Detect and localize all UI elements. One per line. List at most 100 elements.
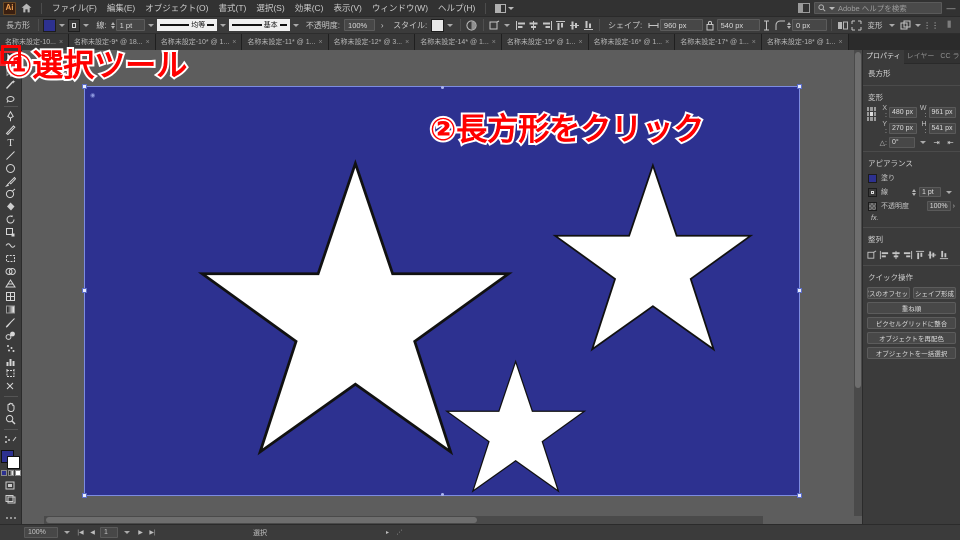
tool-ellipse[interactable] [1,162,21,175]
transform-panel-icon[interactable] [488,18,502,32]
transform-each-icon[interactable] [850,18,864,32]
prev-artboard-button[interactable]: ◀ [88,528,97,538]
transform-chevron-icon[interactable] [504,23,511,27]
appearance-stroke-stepper[interactable] [912,188,916,196]
document-tab[interactable]: 名称未設定-18* @ 1... × [761,34,849,50]
tab-layers[interactable]: レイヤー [904,50,938,64]
lock-proportions-icon[interactable] [703,18,717,32]
appearance-fill-swatch[interactable] [868,173,877,183]
menu-edit[interactable]: 編集(E) [102,0,140,17]
canvas-vertical-scrollbar[interactable] [854,50,862,516]
first-artboard-button[interactable]: |◀ [76,528,85,538]
tool-shaper[interactable] [1,187,21,200]
recolor-artwork-button[interactable]: オブジェクトを再配色 [867,332,956,344]
tool-width[interactable] [1,239,21,252]
align-bottom-icon[interactable] [581,18,595,32]
w-input[interactable]: 961 px [928,106,956,118]
minimize-button[interactable]: — [946,3,956,13]
stroke-weight-stepper[interactable] [110,21,115,29]
tool-gradient[interactable] [1,303,21,316]
color-mode-gradient-icon[interactable] [7,469,14,476]
tool-overflow-icon[interactable] [1,511,21,524]
appearance-fx-row[interactable]: fx. [863,213,960,224]
menu-file[interactable]: ファイル(F) [47,0,102,17]
opacity-chevron-icon[interactable]: › [375,18,389,32]
corner-radius-stepper[interactable] [786,21,791,29]
appearance-opacity-chevron-icon[interactable]: › [953,203,955,210]
document-tab[interactable]: 名称未設定-15* @ 1... × [501,34,589,50]
tab-close-icon[interactable]: × [665,39,669,46]
arrange-objects-icon[interactable] [898,18,912,32]
search-input[interactable]: Adobe ヘルプを検索 [814,2,942,14]
workspace-switcher-icon[interactable] [798,3,810,13]
shape-height-input[interactable]: 540 px [716,19,760,31]
reference-point-selector[interactable] [867,107,876,121]
angle-chevron-icon[interactable] [920,141,926,144]
tool-paintbrush[interactable] [1,175,21,188]
status-resize-grip-icon[interactable]: ⋰ [395,528,404,538]
align-pixel-grid-button[interactable]: ピクセルグリッドに整合 [867,317,956,329]
tool-free-transform[interactable] [1,252,21,265]
color-mode-none-icon[interactable] [14,469,21,476]
tab-close-icon[interactable]: × [492,39,496,46]
tool-eyedropper[interactable] [1,316,21,329]
appearance-opacity-swatch[interactable] [868,201,877,211]
tab-close-icon[interactable]: × [405,39,409,46]
tool-drawing-mode[interactable] [1,480,21,493]
color-mode-solid-icon[interactable] [0,469,7,476]
document-tab[interactable]: 名称未設定-11* @ 1... × [242,34,329,50]
align-transform-icon[interactable] [866,249,877,260]
align-center-h-panel-icon[interactable] [890,249,901,260]
shape-builder-button[interactable]: シェイプ形成 [913,287,956,299]
document-tab[interactable]: 名称未設定-16* @ 1... × [588,34,676,50]
select-same-button[interactable]: オブジェクトを一括選択 [867,347,956,359]
menu-effect[interactable]: 効果(C) [290,0,329,17]
artboard-chevron-icon[interactable] [124,531,130,534]
align-top-icon[interactable] [554,18,568,32]
tool-perspective-grid[interactable] [1,277,21,290]
tool-eraser[interactable] [1,200,21,213]
tab-close-icon[interactable]: × [838,39,842,46]
next-artboard-button[interactable]: ▶ [136,528,145,538]
align-center-vertical-icon[interactable] [568,18,582,32]
zoom-chevron-icon[interactable] [64,531,70,534]
tool-zoom[interactable] [1,413,21,426]
stroke-profile-chevron-icon[interactable] [220,23,227,27]
tool-artboard[interactable] [1,367,21,380]
brush-definition-dropdown[interactable]: 基本 [229,19,290,31]
tab-properties[interactable]: プロパティ [863,50,904,64]
arrange-order-button[interactable]: 重ね順 [867,302,956,314]
appearance-stroke-chevron-icon[interactable] [946,190,952,194]
appearance-stroke-swatch[interactable] [868,187,877,197]
tool-symbol-sprayer[interactable] [1,342,21,355]
color-mode-buttons[interactable] [0,469,21,476]
isolate-icon[interactable] [836,18,850,32]
menu-help[interactable]: ヘルプ(H) [433,0,480,17]
status-menu-chevron-icon[interactable]: ▸ [383,528,392,538]
align-left-icon[interactable] [513,18,527,32]
tool-mesh[interactable] [1,290,21,303]
style-swatch[interactable] [431,18,445,32]
menu-window[interactable]: ウィンドウ(W) [367,0,433,17]
stroke-chevron-icon[interactable] [83,23,90,27]
arrange-menu-chevron-icon[interactable] [915,23,922,27]
x-input[interactable]: 480 px [889,106,917,118]
panel-dock-icon[interactable]: ⫼ [942,18,956,32]
align-top-panel-icon[interactable] [914,249,925,260]
y-input[interactable]: 270 px [889,122,917,134]
canvas-horizontal-scrollbar[interactable] [44,516,763,524]
tab-close-icon[interactable]: × [232,39,236,46]
appearance-stroke-input[interactable]: 1 pt [919,187,941,197]
appearance-opacity-row[interactable]: 不透明度 100% › [863,199,960,213]
shape-width-input[interactable]: 960 px [659,19,703,31]
brush-definition-chevron-icon[interactable] [292,23,299,27]
tool-rotate[interactable] [1,213,21,226]
tool-blend[interactable] [1,329,21,342]
zoom-level-input[interactable]: 100% [24,527,58,538]
tab-close-icon[interactable]: × [318,39,322,46]
fill-color-swatch[interactable] [42,18,56,32]
tab-close-icon[interactable]: × [578,39,582,46]
tool-type[interactable]: T [1,136,21,149]
align-left-panel-icon[interactable] [878,249,889,260]
tool-scale[interactable] [1,226,21,239]
